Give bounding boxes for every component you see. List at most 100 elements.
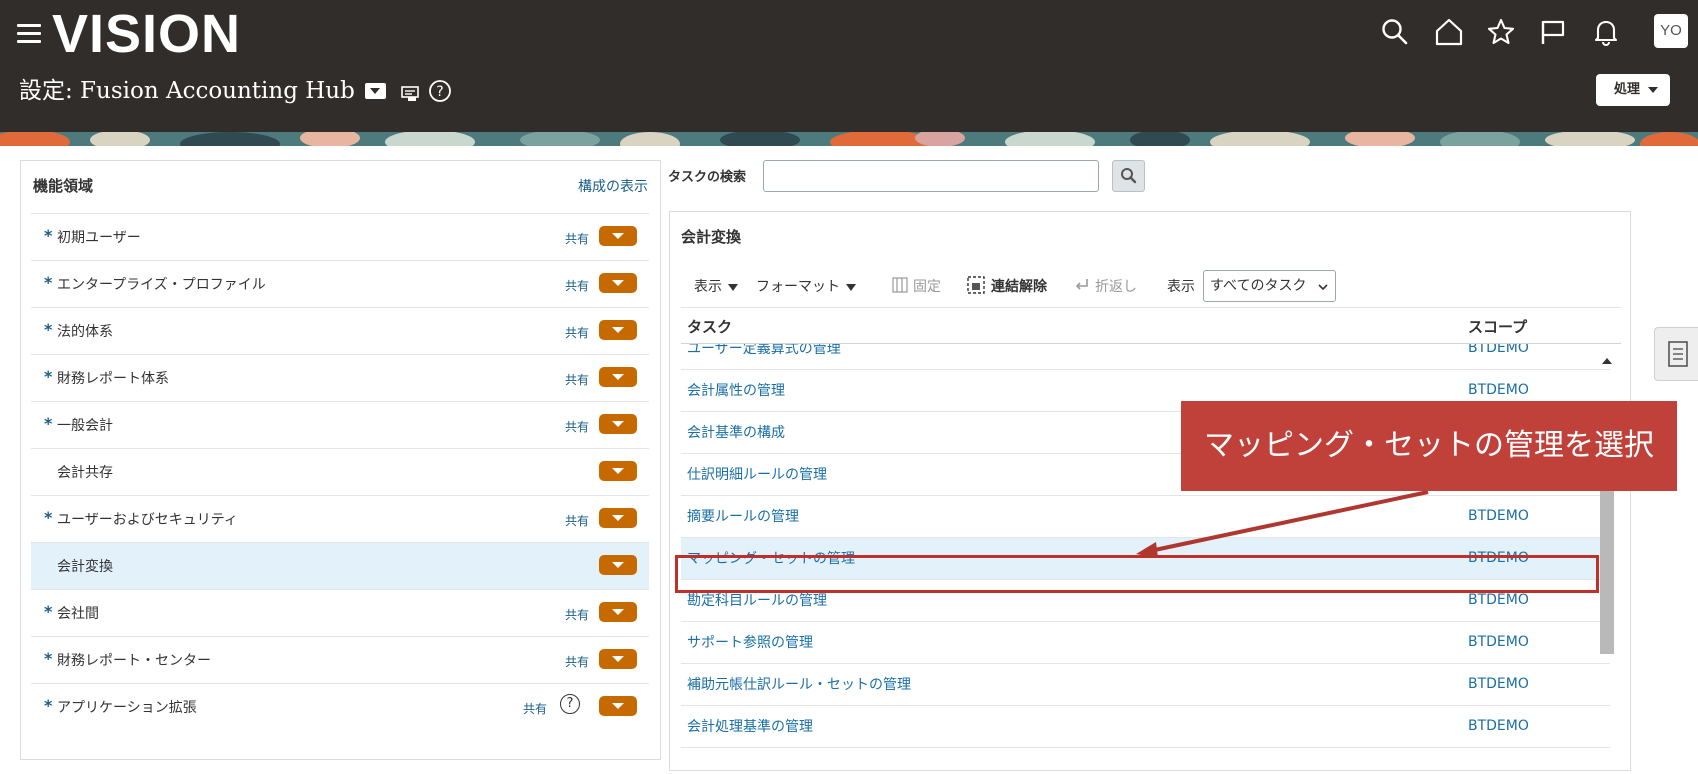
table-row[interactable]: ユーザー定義算式の管理 BTDEMO [681,344,1610,370]
expand-toggle-icon[interactable] [599,320,637,340]
task-link[interactable]: 会計基準の構成 [687,422,785,442]
functional-areas-title: 機能領域 [33,177,94,195]
scope-link[interactable]: BTDEMO [1468,382,1529,398]
expand-toggle-icon[interactable] [599,226,637,246]
functional-area-item[interactable]: * 財務レポート体系 共有 [31,354,649,401]
search-icon[interactable] [1381,18,1409,46]
functional-area-item[interactable]: * アプリケーション拡張 共有? [31,683,649,730]
required-marker: * [44,602,53,621]
shared-label: 共有 [564,326,589,340]
title-dropdown-icon[interactable] [364,83,386,99]
scope-link[interactable]: BTDEMO [1468,676,1529,692]
functional-area-item[interactable]: * 一般会計 共有 [31,401,649,448]
task-link[interactable]: 仕訳明細ルールの管理 [687,464,827,484]
task-link[interactable]: 摘要ルールの管理 [687,506,799,526]
table-row[interactable]: 摘要ルールの管理 BTDEMO [681,496,1610,538]
task-search-input[interactable] [763,160,1099,192]
scope-link[interactable]: BTDEMO [1468,718,1529,734]
show-label: 表示 [1167,279,1195,295]
instruction-callout: マッピング・セットの管理を選択 [1181,401,1677,491]
chevron-down-icon [728,283,738,291]
navigator-menu-icon[interactable] [17,24,41,44]
actions-menu-button[interactable]: 処理 [1596,74,1670,106]
functional-area-item[interactable]: 会計変換 [31,542,649,589]
scope-column-header[interactable]: スコープ [1468,316,1527,337]
functional-area-item[interactable]: * 財務レポート・センター 共有 [31,636,649,683]
detach-button[interactable]: 連結解除 [967,276,1047,296]
task-list-icon[interactable] [400,84,420,104]
expand-toggle-icon[interactable] [599,602,637,622]
expand-toggle-icon[interactable] [599,461,637,481]
task-column-header[interactable]: タスク [687,316,732,337]
required-marker: * [44,649,53,668]
tasks-panel-title: 会計変換 [681,228,742,246]
task-link[interactable]: 会計処理基準の管理 [687,716,813,736]
functional-area-label: ユーザーおよびセキュリティ [57,512,238,528]
task-link[interactable]: サポート参照の管理 [687,632,813,652]
search-button[interactable] [1112,160,1145,192]
table-row[interactable]: 勘定科目ルールの管理 BTDEMO [681,580,1610,622]
scope-link[interactable]: BTDEMO [1468,508,1529,524]
home-icon[interactable] [1434,17,1464,47]
functional-area-label: 一般会計 [57,418,113,434]
required-marker: * [44,226,53,245]
shared-label: 共有 [564,608,589,622]
expand-toggle-icon[interactable] [599,367,637,387]
expand-toggle-icon[interactable] [599,414,637,434]
expand-toggle-icon[interactable] [599,649,637,669]
decorative-banner [0,132,1698,146]
task-link[interactable]: マッピング・セットの管理 [687,548,855,568]
expand-toggle-icon[interactable] [599,508,637,528]
required-marker: * [44,508,53,527]
shared-label: 共有 [564,655,589,669]
functional-area-label: 初期ユーザー [57,230,141,246]
expand-toggle-icon[interactable] [599,555,637,575]
help-icon[interactable]: ? [560,694,580,714]
global-header: VISION 設定: Fusion Accounting Hub ? YO 処理 [0,0,1698,132]
table-toolbar: 表示 フォーマット 固定 連結解除 折返し 表示 すべてのタスク [670,270,1620,306]
functional-area-item[interactable]: * ユーザーおよびセキュリティ 共有 [31,495,649,542]
functional-area-item[interactable]: * エンタープライズ・プロファイル 共有 [31,260,649,307]
required-marker: * [44,414,53,433]
watchlist-flag-icon[interactable] [1539,18,1567,46]
task-link[interactable]: 会計属性の管理 [687,380,785,400]
wrap-button[interactable]: 折返し [1074,276,1137,296]
format-menu[interactable]: フォーマット [756,276,856,296]
functional-area-item[interactable]: * 会社間 共有 [31,589,649,636]
favorites-star-icon[interactable] [1486,17,1516,47]
functional-area-item[interactable]: 会計共存 [31,448,649,495]
table-row[interactable]: サポート参照の管理 BTDEMO [681,622,1610,664]
task-link[interactable]: 補助元帳仕訳ルール・セットの管理 [687,674,911,694]
side-panel-tab[interactable] [1654,327,1698,381]
tasks-table-header: タスク スコープ [681,307,1621,344]
expand-toggle-icon[interactable] [599,273,637,293]
document-list-icon [1668,341,1688,367]
tasks-panel: 会計変換 表示 フォーマット 固定 連結解除 折返し 表示 すべてのタスク タス… [669,211,1631,771]
view-menu[interactable]: 表示 [694,276,738,296]
help-icon[interactable]: ? [428,79,452,103]
expand-toggle-icon[interactable] [599,696,637,716]
scope-link[interactable]: BTDEMO [1468,550,1529,566]
view-structure-link[interactable]: 構成の表示 [578,176,648,196]
functional-area-label: エンタープライズ・プロファイル [57,277,266,293]
scroll-up-icon[interactable] [1602,358,1612,364]
scope-link[interactable]: BTDEMO [1468,344,1529,356]
scope-link[interactable]: BTDEMO [1468,634,1529,650]
table-row[interactable]: 補助元帳仕訳ルール・セットの管理 BTDEMO [681,664,1610,706]
table-row[interactable]: 会計処理基準の管理 BTDEMO [681,706,1610,748]
notifications-bell-icon[interactable] [1592,17,1620,47]
shared-label: 共有 [564,232,589,246]
freeze-button[interactable]: 固定 [892,276,941,296]
scope-link[interactable]: BTDEMO [1468,592,1529,608]
functional-area-label: 会社間 [57,606,99,622]
functional-area-item[interactable]: * 初期ユーザー 共有 [31,213,649,260]
chevron-down-icon [1318,284,1328,291]
show-tasks-select[interactable]: すべてのタスク [1203,270,1336,302]
scrollbar-thumb[interactable] [1600,486,1614,654]
functional-area-item[interactable]: * 法的体系 共有 [31,307,649,354]
user-avatar[interactable]: YO [1654,14,1688,48]
table-row[interactable]: マッピング・セットの管理 BTDEMO [681,538,1610,580]
task-link[interactable]: 勘定科目ルールの管理 [687,590,827,610]
task-link[interactable]: ユーザー定義算式の管理 [687,344,841,358]
functional-area-label: 会計変換 [57,559,113,575]
